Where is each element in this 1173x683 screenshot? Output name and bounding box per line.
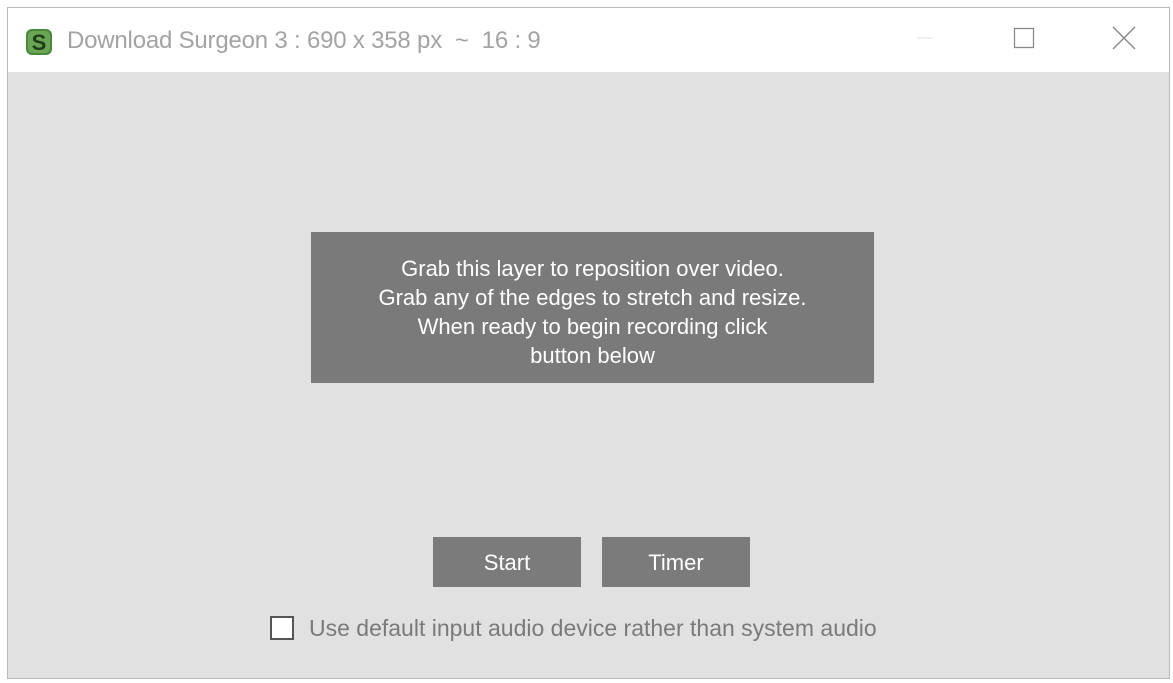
surgeon-s-icon: S xyxy=(25,28,53,56)
timer-button[interactable]: Timer xyxy=(602,537,750,587)
maximize-button[interactable] xyxy=(984,8,1064,72)
instruction-overlay[interactable]: Grab this layer to reposition over video… xyxy=(311,232,874,383)
overlay-line: Grab this layer to reposition over video… xyxy=(401,256,784,281)
minimize-button[interactable] xyxy=(885,8,965,72)
start-button[interactable]: Start xyxy=(433,537,581,587)
maximize-icon xyxy=(1013,27,1035,54)
title-bar[interactable]: S Download Surgeon 3 : 690 x 358 px ~ 16… xyxy=(8,8,1169,72)
minimize-icon xyxy=(915,28,935,53)
overlay-line: Grab any of the edges to stretch and res… xyxy=(378,285,807,310)
recorder-window: S Download Surgeon 3 : 690 x 358 px ~ 16… xyxy=(7,7,1170,679)
overlay-line: button below xyxy=(530,343,655,368)
svg-text:S: S xyxy=(32,30,47,55)
audio-option-row: Use default input audio device rather th… xyxy=(270,613,877,643)
close-icon xyxy=(1112,26,1136,55)
close-button[interactable] xyxy=(1084,8,1164,72)
window-title: Download Surgeon 3 : 690 x 358 px ~ 16 :… xyxy=(67,27,541,54)
overlay-line: When ready to begin recording click xyxy=(417,314,768,339)
default-audio-checkbox[interactable] xyxy=(270,616,294,640)
default-audio-label[interactable]: Use default input audio device rather th… xyxy=(309,615,877,642)
